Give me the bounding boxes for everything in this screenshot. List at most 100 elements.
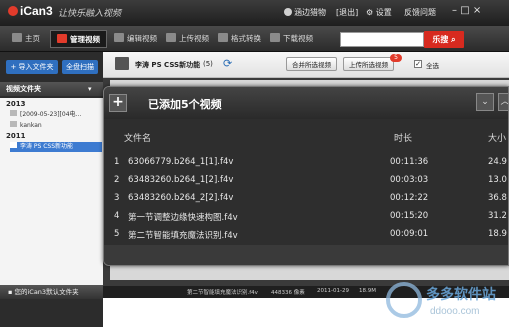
app-logo-text: iCan3 — [20, 4, 53, 18]
watermark-logo-icon — [386, 282, 422, 318]
tab-home[interactable]: 主页 — [6, 30, 46, 48]
status-date: 2011-01-29 — [317, 288, 349, 294]
upload-icon — [166, 33, 176, 42]
gear-icon: ⚙ — [366, 8, 374, 17]
search-input[interactable] — [340, 32, 424, 47]
folder-icon — [115, 57, 129, 70]
row-filename: 63066779.b264_1[1].f4v — [128, 157, 234, 167]
download-icon — [270, 33, 280, 42]
convert-icon — [218, 33, 228, 42]
add-icon[interactable]: + — [109, 94, 127, 112]
tab-download-video[interactable]: 下载视频 — [264, 30, 319, 48]
row-index: 5 — [114, 229, 120, 239]
close-icon[interactable]: × — [473, 5, 481, 16]
row-index: 3 — [114, 193, 120, 203]
row-duration: 00:12:22 — [390, 193, 429, 203]
table-row[interactable]: 1 63066779.b264_1[1].f4v 00:11:36 24.9 — [104, 153, 508, 171]
search-button-label: 乐搜 — [432, 35, 449, 44]
row-filename: 63483260.b264_2[2].f4v — [128, 193, 234, 203]
tab-label: 编辑视频 — [127, 34, 157, 43]
column-header-size: 大小 — [488, 134, 507, 144]
minimize-icon[interactable]: – — [452, 5, 457, 16]
window-controls: – □ × — [452, 5, 481, 16]
default-folder-label: 您的iCan3默认文件夹 — [14, 288, 79, 296]
row-duration: 00:03:03 — [390, 175, 429, 185]
folder-icon: ▪ — [8, 288, 13, 296]
table-row[interactable]: 5 第二节智能填充魔法识别.f4v 00:09:01 18.9 — [104, 225, 508, 243]
tab-label: 主页 — [25, 34, 40, 43]
tree-item[interactable]: [2009-05-23][04电... — [10, 110, 102, 120]
collapse-button[interactable]: ⌄ — [476, 93, 494, 111]
refresh-icon[interactable]: ⟳ — [223, 58, 232, 69]
app-logo: iCan3 — [8, 4, 53, 18]
title-bar: iCan3 让快乐融入视频 涵边猎物 [退出] ⚙ 设置 反馈问题 – □ × — [0, 0, 509, 26]
folder-icon — [10, 142, 17, 148]
settings-label: 设置 — [375, 8, 392, 17]
watermark-text: 多多软件站 — [426, 287, 496, 303]
row-size: 24.9 — [488, 157, 507, 167]
film-icon — [57, 34, 67, 43]
app-window: iCan3 让快乐融入视频 涵边猎物 [退出] ⚙ 设置 反馈问题 – □ × … — [0, 0, 509, 327]
row-index: 2 — [114, 175, 120, 185]
added-videos-panel: + 已添加5个视频 ⌄ ︿ 文件名 时长 大小 1 63066779.b264_… — [103, 86, 509, 266]
folder-icon — [10, 110, 17, 116]
tree-item-label: [2009-05-23][04电... — [20, 111, 82, 118]
row-index: 1 — [114, 157, 120, 167]
current-folder-name: 李涛 PS CSS新功能 — [135, 61, 201, 69]
user-menu[interactable]: 涵边猎物 — [284, 7, 326, 18]
folder-section-header[interactable]: 视频文件夹 ▾ — [0, 82, 103, 96]
tab-upload-video[interactable]: 上传视频 — [160, 30, 215, 48]
feedback-link[interactable]: 反馈问题 — [404, 7, 436, 18]
watermark: 多多软件站 ddooo.com — [380, 278, 509, 327]
table-row[interactable]: 2 63483260.b264_1[2].f4v 00:03:03 13.0 — [104, 171, 508, 189]
table-row[interactable]: 4 第一节调整边缘快速构图.f4v 00:15:20 31.2 — [104, 207, 508, 225]
row-size: 31.2 — [488, 211, 507, 221]
folder-section-title: 视频文件夹 — [6, 85, 41, 93]
status-size: 18.9M — [359, 288, 376, 294]
row-duration: 00:09:01 — [390, 229, 429, 239]
sidebar: + 导入文件夹 全盘扫描 视频文件夹 ▾ 2013 [2009-05-23][0… — [0, 52, 103, 327]
row-duration: 00:11:36 — [390, 157, 429, 167]
tab-edit-video[interactable]: 编辑视频 — [108, 30, 163, 48]
column-header-name: 文件名 — [124, 134, 152, 144]
search-button[interactable]: 乐搜 ⌕ — [424, 31, 464, 48]
default-folder-footer[interactable]: ▪ 您的iCan3默认文件夹 — [0, 285, 103, 299]
settings-button[interactable]: ⚙ 设置 — [366, 7, 392, 18]
import-folder-button[interactable]: + 导入文件夹 — [6, 60, 58, 74]
status-resolution: 448336 像素 — [271, 290, 305, 296]
tab-label: 格式转换 — [231, 34, 261, 43]
tab-label: 下载视频 — [283, 34, 313, 43]
folder-icon — [10, 121, 17, 127]
row-filename: 第一节调整边缘快速构图.f4v — [128, 213, 238, 223]
logo-icon — [8, 6, 18, 16]
tab-label: 管理视频 — [70, 35, 100, 44]
tree-item[interactable]: kankan — [10, 121, 102, 131]
edit-icon — [114, 33, 124, 42]
folder-video-count: (5) — [203, 60, 213, 68]
tab-format-convert[interactable]: 格式转换 — [212, 30, 267, 48]
panel-footer — [104, 245, 508, 265]
tree-year: 2011 — [6, 132, 26, 140]
row-size: 13.0 — [488, 175, 507, 185]
upload-count-badge: 5 — [390, 54, 402, 62]
maximize-icon[interactable]: □ — [460, 5, 469, 16]
select-all-checkbox[interactable]: ✓ — [414, 60, 422, 68]
tab-manage-video[interactable]: 管理视频 — [50, 30, 107, 48]
table-row[interactable]: 3 63483260.b264_2[2].f4v 00:12:22 36.8 — [104, 189, 508, 207]
app-slogan: 让快乐融入视频 — [58, 9, 122, 19]
tree-item-selected[interactable]: 李涛 PS CSS新功能 — [10, 142, 102, 152]
select-all-label: 全选 — [426, 62, 439, 70]
folder-bar: 李涛 PS CSS新功能 (5) ⟳ 合并所选视频 上传所选视频 5 ✓ 全选 — [103, 52, 509, 78]
scan-disk-button[interactable]: 全盘扫描 — [62, 60, 98, 74]
panel-title: 已添加5个视频 — [148, 98, 222, 111]
logout-link[interactable]: [退出] — [336, 7, 358, 18]
tree-item-label: 李涛 PS CSS新功能 — [20, 143, 74, 150]
panel-header: + 已添加5个视频 ⌄ ︿ — [104, 87, 508, 119]
chevron-up-icon[interactable]: ︿ — [498, 93, 508, 111]
row-size: 18.9 — [488, 229, 507, 239]
search-icon: ⌕ — [451, 35, 456, 44]
upload-selected-button[interactable]: 上传所选视频 — [343, 57, 394, 71]
row-filename: 第二节智能填充魔法识别.f4v — [128, 231, 238, 241]
merge-selected-button[interactable]: 合并所选视频 — [286, 57, 337, 71]
row-filename: 63483260.b264_1[2].f4v — [128, 175, 234, 185]
